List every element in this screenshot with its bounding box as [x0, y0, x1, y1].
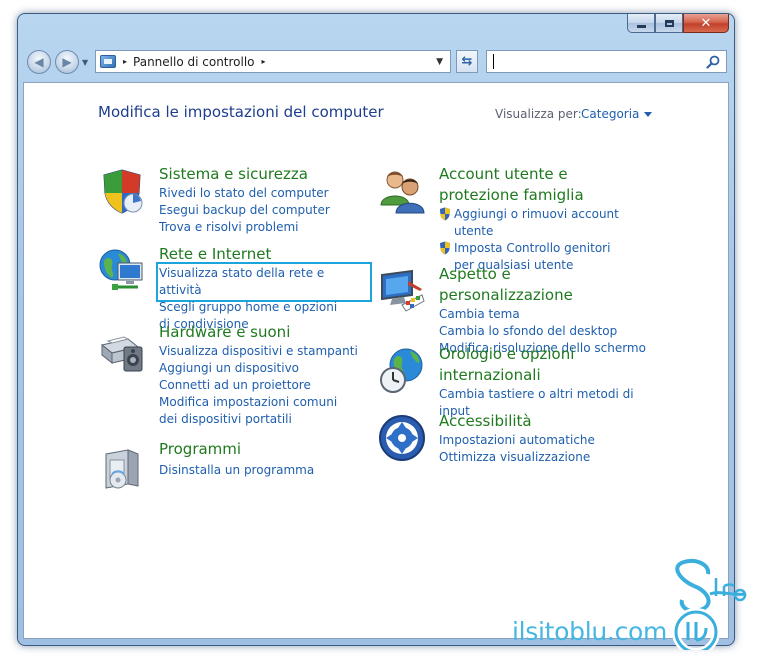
link-devices-printers[interactable]: Visualizza dispositivi e stampanti — [159, 343, 369, 360]
category-hardware-sound: Hardware e suoni Visualizza dispositivi … — [98, 323, 358, 426]
category-title[interactable]: Programmi — [159, 439, 369, 460]
link-review-status[interactable]: Rivedi lo stato del computer — [159, 185, 369, 202]
programs-box-icon[interactable] — [98, 442, 146, 490]
close-button[interactable]: ✕ — [683, 14, 729, 33]
link-connect-projector[interactable]: Connetti ad un proiettore — [159, 377, 369, 394]
category-title[interactable]: Orologio e opzioni internazionali — [439, 344, 649, 386]
accessibility-icon[interactable] — [378, 414, 426, 462]
address-bar[interactable]: ▸ Pannello di controllo ▸ ▼ — [95, 50, 451, 73]
refresh-icon: ⇆ — [461, 54, 473, 69]
page-title: Modifica le impostazioni del computer — [98, 103, 384, 121]
users-icon[interactable] — [378, 167, 426, 215]
link-network-status[interactable]: Visualizza stato della rete e attività — [156, 262, 372, 302]
close-icon: ✕ — [700, 15, 712, 31]
category-title[interactable]: Sistema e sicurezza — [159, 164, 369, 185]
category-body: Orologio e opzioni internazionali Cambia… — [439, 344, 649, 420]
maximize-icon — [664, 19, 674, 27]
breadcrumb-chevron-icon[interactable]: ▸ — [123, 57, 127, 66]
link-optimize-display[interactable]: Ottimizza visualizzazione — [439, 449, 649, 466]
link-mobility-settings[interactable]: Modifica impostazioni comuni dei disposi… — [159, 394, 349, 428]
view-by-label: Visualizza per: — [495, 107, 582, 121]
maximize-button[interactable] — [655, 14, 683, 33]
link-troubleshoot[interactable]: Trova e risolvi problemi — [159, 219, 369, 236]
category-title[interactable]: Aspetto e personalizzazione — [439, 264, 649, 306]
category-body: Hardware e suoni Visualizza dispositivi … — [159, 322, 369, 428]
category-body: Sistema e sicurezza Rivedi lo stato del … — [159, 164, 369, 236]
search-input[interactable] — [486, 50, 727, 73]
category-body: Accessibilità Impostazioni automatiche O… — [439, 411, 649, 466]
link-add-device[interactable]: Aggiungi un dispositivo — [159, 360, 369, 377]
minimize-button[interactable] — [627, 14, 655, 33]
text-caret — [493, 54, 494, 69]
network-globe-icon[interactable] — [98, 247, 146, 295]
link-add-remove-accounts[interactable]: Aggiungi o rimuovi account utente — [439, 206, 649, 240]
category-accessibility: Accessibilità Impostazioni automatiche O… — [378, 412, 638, 472]
category-title[interactable]: Accessibilità — [439, 411, 649, 432]
security-shield-icon[interactable] — [98, 167, 146, 215]
link-auto-settings[interactable]: Impostazioni automatiche — [439, 432, 649, 449]
watermark: ilsitoblu.com — [500, 550, 758, 650]
back-button[interactable]: ◀ — [27, 50, 51, 74]
refresh-button[interactable]: ⇆ — [456, 50, 478, 73]
printer-speaker-icon[interactable] — [98, 325, 146, 373]
link-text[interactable]: Aggiungi o rimuovi account utente — [454, 206, 649, 240]
network-status-highlight[interactable]: Visualizza stato della rete e attività — [156, 262, 372, 302]
clock-globe-icon[interactable] — [378, 347, 426, 395]
address-dropdown-icon[interactable]: ▼ — [436, 57, 443, 67]
monitor-palette-icon[interactable] — [378, 267, 426, 315]
watermark-logo — [672, 556, 747, 650]
category-title[interactable]: Hardware e suoni — [159, 322, 369, 343]
breadcrumb-chevron-icon[interactable]: ▸ — [262, 57, 266, 66]
link-change-background[interactable]: Cambia lo sfondo del desktop — [439, 323, 649, 340]
category-network-internet: Rete e Internet Visualizza stato della r… — [98, 245, 372, 331]
category-body: Programmi Disinstalla un programma — [159, 439, 369, 479]
uac-shield-icon — [440, 207, 450, 221]
category-clock-region: Orologio e opzioni internazionali Cambia… — [378, 345, 638, 418]
uac-shield-icon — [440, 241, 450, 255]
category-title[interactable]: Account utente e protezione famiglia — [439, 164, 649, 206]
arrow-right-icon: ▶ — [62, 55, 72, 69]
search-icon[interactable] — [706, 55, 720, 69]
chevron-down-icon — [644, 111, 653, 117]
category-user-accounts: Account utente e protezione famiglia Agg… — [378, 165, 638, 272]
view-by-value[interactable]: Categoria — [581, 107, 639, 121]
control-panel-icon — [100, 55, 116, 68]
breadcrumb-control-panel[interactable]: Pannello di controllo — [133, 55, 255, 69]
caption-buttons: ✕ — [627, 14, 729, 33]
link-backup[interactable]: Esegui backup del computer — [159, 202, 369, 219]
category-appearance: Aspetto e personalizzazione Cambia tema … — [378, 265, 646, 355]
watermark-text: ilsitoblu.com — [512, 617, 668, 646]
category-system-security: Sistema e sicurezza Rivedi lo stato del … — [98, 165, 358, 235]
arrow-left-icon: ◀ — [34, 55, 44, 69]
category-title[interactable]: Rete e Internet — [159, 244, 369, 265]
recent-pages-dropdown[interactable]: ▼ — [82, 58, 88, 67]
link-change-theme[interactable]: Cambia tema — [439, 306, 649, 323]
forward-button[interactable]: ▶ — [55, 50, 79, 74]
category-body: Rete e Internet Visualizza stato della r… — [156, 244, 372, 333]
category-programs: Programmi Disinstalla un programma — [98, 440, 358, 490]
link-uninstall-program[interactable]: Disinstalla un programma — [159, 462, 369, 479]
view-by-dropdown[interactable]: Categoria — [581, 107, 653, 121]
category-body: Account utente e protezione famiglia Agg… — [439, 164, 649, 274]
minimize-icon — [636, 25, 646, 28]
